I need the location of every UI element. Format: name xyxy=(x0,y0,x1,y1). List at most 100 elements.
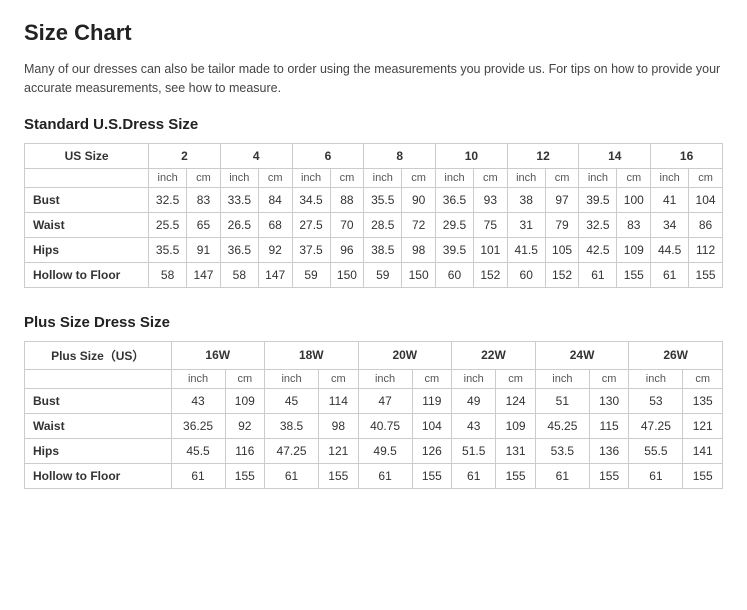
empty-unit-cell xyxy=(25,168,149,187)
plus-size-header: 24W xyxy=(535,341,629,369)
measurement-value: 136 xyxy=(589,438,628,463)
measurement-value: 72 xyxy=(402,212,436,237)
unit-cell: cm xyxy=(545,168,579,187)
measurement-value: 47.25 xyxy=(629,413,683,438)
measurement-value: 104 xyxy=(412,413,451,438)
plus-size-header: 22W xyxy=(452,341,536,369)
measurement-value: 112 xyxy=(689,237,723,262)
measurement-value: 29.5 xyxy=(436,212,474,237)
page-title: Size Chart xyxy=(24,20,723,46)
measurement-value: 53.5 xyxy=(535,438,589,463)
description-text: Many of our dresses can also be tailor m… xyxy=(24,60,723,98)
measurement-value: 35.5 xyxy=(364,187,402,212)
measurement-value: 104 xyxy=(689,187,723,212)
measurement-label: Waist xyxy=(25,212,149,237)
unit-cell: inch xyxy=(265,369,319,388)
measurement-value: 68 xyxy=(258,212,292,237)
measurement-value: 119 xyxy=(412,388,451,413)
measurement-value: 59 xyxy=(292,262,330,287)
empty-plus-unit-cell xyxy=(25,369,172,388)
unit-cell: cm xyxy=(617,168,651,187)
measurement-value: 47 xyxy=(358,388,412,413)
measurement-value: 150 xyxy=(330,262,364,287)
unit-cell: inch xyxy=(629,369,683,388)
measurement-value: 49 xyxy=(452,388,496,413)
measurement-value: 34 xyxy=(651,212,689,237)
measurement-value: 155 xyxy=(412,463,451,488)
measurement-value: 121 xyxy=(683,413,723,438)
measurement-value: 65 xyxy=(187,212,221,237)
measurement-value: 152 xyxy=(545,262,579,287)
measurement-value: 26.5 xyxy=(220,212,258,237)
measurement-value: 83 xyxy=(187,187,221,212)
measurement-value: 141 xyxy=(683,438,723,463)
measurement-value: 91 xyxy=(187,237,221,262)
us-size-header: US Size xyxy=(25,143,149,168)
unit-cell: inch xyxy=(171,369,225,388)
standard-size-header: 6 xyxy=(292,143,364,168)
measurement-value: 41.5 xyxy=(507,237,545,262)
measurement-value: 152 xyxy=(473,262,507,287)
measurement-value: 147 xyxy=(187,262,221,287)
measurement-value: 109 xyxy=(617,237,651,262)
plus-size-header: 20W xyxy=(358,341,452,369)
measurement-value: 61 xyxy=(629,463,683,488)
measurement-value: 90 xyxy=(402,187,436,212)
measurement-label: Hollow to Floor xyxy=(25,262,149,287)
measurement-value: 105 xyxy=(545,237,579,262)
measurement-value: 32.5 xyxy=(579,212,617,237)
measurement-value: 58 xyxy=(149,262,187,287)
measurement-value: 61 xyxy=(358,463,412,488)
measurement-value: 79 xyxy=(545,212,579,237)
measurement-value: 36.5 xyxy=(436,187,474,212)
measurement-value: 75 xyxy=(473,212,507,237)
measurement-value: 36.5 xyxy=(220,237,258,262)
plus-heading: Plus Size Dress Size xyxy=(24,314,723,331)
standard-size-header: 14 xyxy=(579,143,651,168)
measurement-value: 61 xyxy=(579,262,617,287)
measurement-value: 28.5 xyxy=(364,212,402,237)
plus-size-header: 26W xyxy=(629,341,723,369)
unit-cell: cm xyxy=(496,369,535,388)
measurement-value: 155 xyxy=(683,463,723,488)
measurement-value: 61 xyxy=(452,463,496,488)
measurement-value: 38 xyxy=(507,187,545,212)
measurement-value: 155 xyxy=(496,463,535,488)
measurement-value: 45 xyxy=(265,388,319,413)
measurement-value: 155 xyxy=(589,463,628,488)
measurement-value: 97 xyxy=(545,187,579,212)
unit-cell: cm xyxy=(412,369,451,388)
plus-size-header: 18W xyxy=(265,341,359,369)
unit-cell: inch xyxy=(651,168,689,187)
standard-heading: Standard U.S.Dress Size xyxy=(24,116,723,133)
measurement-value: 98 xyxy=(319,413,358,438)
measurement-value: 150 xyxy=(402,262,436,287)
measurement-value: 147 xyxy=(258,262,292,287)
measurement-value: 32.5 xyxy=(149,187,187,212)
unit-cell: cm xyxy=(589,369,628,388)
measurement-value: 130 xyxy=(589,388,628,413)
unit-cell: cm xyxy=(258,168,292,187)
unit-cell: cm xyxy=(689,168,723,187)
unit-cell: inch xyxy=(535,369,589,388)
measurement-value: 51.5 xyxy=(452,438,496,463)
measurement-value: 60 xyxy=(436,262,474,287)
measurement-value: 41 xyxy=(651,187,689,212)
measurement-value: 131 xyxy=(496,438,535,463)
unit-cell: inch xyxy=(149,168,187,187)
measurement-value: 92 xyxy=(258,237,292,262)
unit-cell: cm xyxy=(402,168,436,187)
measurement-value: 70 xyxy=(330,212,364,237)
measurement-label: Hips xyxy=(25,237,149,262)
unit-cell: inch xyxy=(292,168,330,187)
unit-cell: cm xyxy=(683,369,723,388)
measurement-value: 135 xyxy=(683,388,723,413)
measurement-value: 38.5 xyxy=(364,237,402,262)
measurement-value: 43 xyxy=(171,388,225,413)
unit-cell: inch xyxy=(364,168,402,187)
measurement-value: 155 xyxy=(617,262,651,287)
standard-size-table: US Size 246810121416 inchcminchcminchcmi… xyxy=(24,143,723,288)
standard-size-header: 8 xyxy=(364,143,436,168)
measurement-label: Bust xyxy=(25,187,149,212)
measurement-value: 126 xyxy=(412,438,451,463)
